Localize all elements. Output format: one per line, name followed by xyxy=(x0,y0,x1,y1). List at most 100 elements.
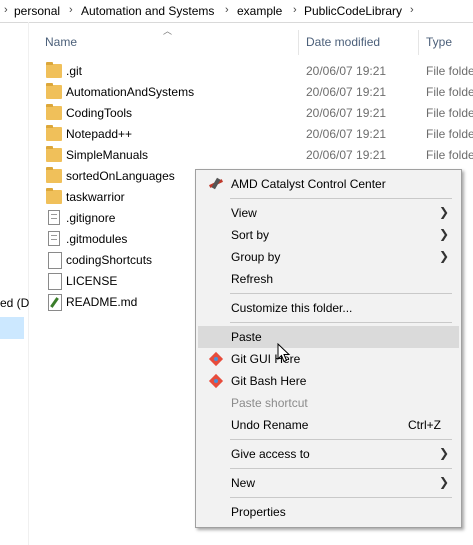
menu-item-label: New xyxy=(231,476,256,490)
column-header-date[interactable]: Date modified xyxy=(306,35,380,49)
column-divider[interactable] xyxy=(298,30,299,55)
menu-separator xyxy=(230,468,452,469)
file-name: codingShortcuts xyxy=(66,253,153,267)
chevron-right-icon: › xyxy=(69,4,73,16)
file-date: 20/06/07 19:21 xyxy=(306,127,387,141)
text-file-icon xyxy=(48,210,60,225)
folder-icon xyxy=(46,83,62,99)
file-name: sortedOnLanguages xyxy=(66,169,175,183)
menu-item-refresh[interactable]: Refresh xyxy=(198,268,459,290)
file-type: File folder xyxy=(426,127,473,141)
menu-item-customize-folder[interactable]: Customize this folder... xyxy=(198,297,459,319)
git-icon xyxy=(208,374,224,388)
mouse-pointer-icon xyxy=(277,343,291,363)
menu-item-label: Customize this folder... xyxy=(231,301,353,315)
menu-item-paste[interactable]: Paste xyxy=(198,326,459,348)
menu-separator xyxy=(230,293,452,294)
menu-item-git-gui[interactable]: Git GUI Here xyxy=(198,348,459,370)
nav-item-selected[interactable] xyxy=(0,317,24,339)
chevron-right-icon: › xyxy=(225,4,229,16)
column-header-name[interactable]: Name xyxy=(45,35,77,49)
menu-item-label: Git Bash Here xyxy=(231,374,307,388)
file-icon xyxy=(48,252,62,269)
menu-item-label: Group by xyxy=(231,250,281,264)
menu-item-label: AMD Catalyst Control Center xyxy=(231,177,386,191)
menu-item-undo-rename[interactable]: Undo Rename Ctrl+Z xyxy=(198,414,459,436)
file-row[interactable]: SimpleManuals 20/06/07 19:21 File folder xyxy=(42,145,473,166)
breadcrumb-item-automation[interactable]: Automation and Systems xyxy=(81,4,214,18)
column-header-type[interactable]: Type xyxy=(426,35,452,49)
file-row[interactable]: Notepadd++ 20/06/07 19:21 File folder xyxy=(42,124,473,145)
menu-item-view[interactable]: View ❯ xyxy=(198,202,459,224)
file-name: SimpleManuals xyxy=(66,148,149,162)
file-type: File folder xyxy=(426,106,473,120)
file-row[interactable]: CodingTools 20/06/07 19:21 File folder xyxy=(42,103,473,124)
breadcrumb-item-current[interactable]: PublicCodeLibrary xyxy=(304,4,402,18)
file-name: taskwarrior xyxy=(66,190,125,204)
file-row[interactable]: .git 20/06/07 19:21 File folder xyxy=(42,61,473,82)
folder-icon xyxy=(46,146,62,162)
file-name: README.md xyxy=(66,295,138,309)
markdown-file-icon xyxy=(48,294,62,311)
menu-item-give-access[interactable]: Give access to ❯ xyxy=(198,443,459,465)
file-name: Notepadd++ xyxy=(66,127,133,141)
git-icon xyxy=(208,352,224,366)
chevron-right-icon[interactable]: › xyxy=(410,4,414,16)
file-row[interactable]: AutomationAndSystems 20/06/07 19:21 File… xyxy=(42,82,473,103)
menu-item-label: View xyxy=(231,206,257,220)
file-name: AutomationAndSystems xyxy=(66,85,195,99)
folder-icon xyxy=(46,167,62,183)
menu-item-label: Give access to xyxy=(231,447,310,461)
chevron-right-icon: ❯ xyxy=(438,446,449,460)
chevron-right-icon: ❯ xyxy=(438,249,449,263)
context-menu: AMD Catalyst Control Center View ❯ Sort … xyxy=(195,169,462,528)
amd-icon xyxy=(208,177,224,191)
menu-separator xyxy=(230,322,452,323)
menu-item-label: Undo Rename xyxy=(231,418,309,432)
breadcrumb-item-personal[interactable]: personal xyxy=(14,4,60,18)
file-name: .git xyxy=(66,64,83,78)
menu-item-sort-by[interactable]: Sort by ❯ xyxy=(198,224,459,246)
menu-item-label: Refresh xyxy=(231,272,274,286)
folder-icon xyxy=(46,188,62,204)
file-date: 20/06/07 19:21 xyxy=(306,64,387,78)
menu-item-shortcut: Ctrl+Z xyxy=(408,418,441,432)
menu-item-label: Paste shortcut xyxy=(231,396,308,410)
file-type: File folder xyxy=(426,85,473,99)
nav-pane-divider[interactable] xyxy=(28,22,29,545)
menu-separator xyxy=(230,198,452,199)
file-date: 20/06/07 19:21 xyxy=(306,85,387,99)
file-date: 20/06/07 19:21 xyxy=(306,106,387,120)
menu-item-amd-catalyst[interactable]: AMD Catalyst Control Center xyxy=(198,173,459,195)
column-divider[interactable] xyxy=(418,30,419,55)
chevron-right-icon: › xyxy=(293,4,297,16)
menu-item-label: Properties xyxy=(231,505,286,519)
menu-item-group-by[interactable]: Group by ❯ xyxy=(198,246,459,268)
nav-item-drive[interactable]: ed (D xyxy=(0,296,29,310)
folder-icon xyxy=(46,125,62,141)
chevron-right-icon: ❯ xyxy=(438,205,449,219)
text-file-icon xyxy=(48,231,60,246)
file-icon xyxy=(48,273,62,290)
menu-separator xyxy=(230,439,452,440)
chevron-right-icon: ❯ xyxy=(438,475,449,489)
breadcrumb-item-example[interactable]: example xyxy=(237,4,282,18)
menu-item-properties[interactable]: Properties xyxy=(198,501,459,523)
sort-ascending-icon: ︿ xyxy=(163,26,173,36)
menu-item-new[interactable]: New ❯ xyxy=(198,472,459,494)
file-type: File folder xyxy=(426,148,473,162)
file-type: File folder xyxy=(426,64,473,78)
address-bar[interactable]: › personal › Automation and Systems › ex… xyxy=(0,0,473,23)
chevron-right-icon: ❯ xyxy=(438,227,449,241)
file-name: LICENSE xyxy=(66,274,118,288)
menu-item-git-bash[interactable]: Git Bash Here xyxy=(198,370,459,392)
file-date: 20/06/07 19:21 xyxy=(306,148,387,162)
file-name: CodingTools xyxy=(66,106,133,120)
chevron-right-icon: › xyxy=(4,4,8,16)
file-name: .gitmodules xyxy=(66,232,128,246)
folder-icon xyxy=(46,62,62,78)
menu-separator xyxy=(230,497,452,498)
menu-item-label: Paste xyxy=(231,330,262,344)
menu-item-label: Sort by xyxy=(231,228,270,242)
menu-item-paste-shortcut[interactable]: Paste shortcut xyxy=(198,392,459,414)
